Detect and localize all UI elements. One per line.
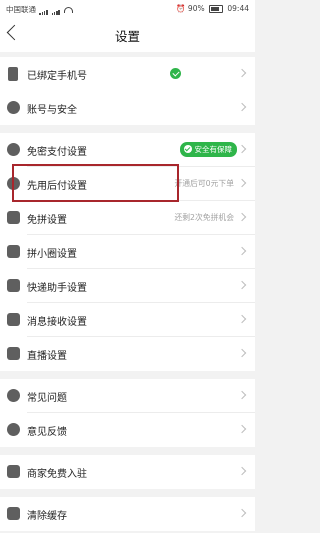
chevron-right-icon [237,508,247,518]
row-label: 免密支付设置 [27,147,87,158]
row-hint: 开通后可0元下单 [174,179,234,188]
carrier-label: 中国联通 [6,5,36,14]
chevron-right-icon [237,314,247,324]
settings-row-password-free-pay[interactable]: 免密支付设置 安全有保障 [0,133,255,167]
settings-row-message-receive[interactable]: 消息接收设置 [0,303,255,337]
settings-row-faq[interactable]: 常见问题 [0,379,255,413]
row-label: 免拼设置 [27,215,67,226]
status-bar: 中国联通 ⏰ 90% 09:44 [0,0,255,18]
tag-icon [7,211,20,224]
phone-icon [8,67,18,81]
row-label: 快递助手设置 [27,283,87,294]
row-label: 常见问题 [27,393,67,404]
chevron-right-icon [237,466,247,476]
message-icon [7,313,20,326]
wifi-icon [63,7,73,13]
settings-row-courier-assistant[interactable]: 快递助手设置 [0,269,255,303]
battery-percent: 90% [187,4,205,13]
row-label: 清除缓存 [27,511,67,522]
chevron-right-icon [237,102,247,112]
feedback-icon [7,423,20,436]
security-badge: 安全有保障 [179,142,237,157]
video-icon [7,347,20,360]
highlight-annotation-box [12,164,179,202]
settings-row-phone[interactable]: 已绑定手机号 [0,57,255,91]
settings-row-account-security[interactable]: 账号与安全 [0,91,255,125]
status-left: 中国联通 [6,4,73,15]
shield-icon [7,101,20,114]
chevron-right-icon [237,212,247,222]
status-right: ⏰ 90% 09:44 [176,4,249,13]
settings-row-feedback[interactable]: 意见反馈 [0,413,255,447]
row-label: 直播设置 [27,351,67,362]
shield-check-icon [183,145,192,153]
store-icon [7,465,20,478]
box-icon [7,279,20,292]
question-icon [7,389,20,402]
circle-icon [7,245,20,258]
chevron-right-icon [237,178,247,188]
chevron-right-icon [237,424,247,434]
settings-row-skip-group[interactable]: 免拼设置 还剩2次免拼机会 [0,201,255,235]
chevron-right-icon [237,246,247,256]
check-circle-icon [170,68,181,79]
nav-bar: 设置 [0,18,255,52]
clock-time: 09:44 [227,4,249,13]
row-label: 意见反馈 [27,427,67,438]
signal-icon-2 [51,6,61,15]
badge-label: 安全有保障 [194,145,233,154]
row-hint: 还剩2次免拼机会 [174,213,234,222]
chevron-right-icon [237,280,247,290]
alarm-icon: ⏰ [176,4,186,13]
row-label: 拼小圈设置 [27,249,77,260]
trash-icon [7,507,20,520]
chevron-right-icon [237,144,247,154]
battery-icon [208,5,223,13]
settings-row-merchant-join[interactable]: 商家免费入驻 [0,455,255,489]
row-label: 商家免费入驻 [27,469,87,480]
row-label: 已绑定手机号 [27,71,87,82]
settings-row-group-circle[interactable]: 拼小圈设置 [0,235,255,269]
row-label: 消息接收设置 [27,317,87,328]
key-icon [7,143,20,156]
page-title: 设置 [114,29,140,44]
signal-icon [39,6,48,15]
settings-row-clear-cache[interactable]: 清除缓存 [0,497,255,531]
settings-row-live[interactable]: 直播设置 [0,337,255,371]
row-label: 账号与安全 [27,105,77,116]
chevron-right-icon [237,390,247,400]
chevron-right-icon [237,68,247,78]
chevron-right-icon [237,348,247,358]
